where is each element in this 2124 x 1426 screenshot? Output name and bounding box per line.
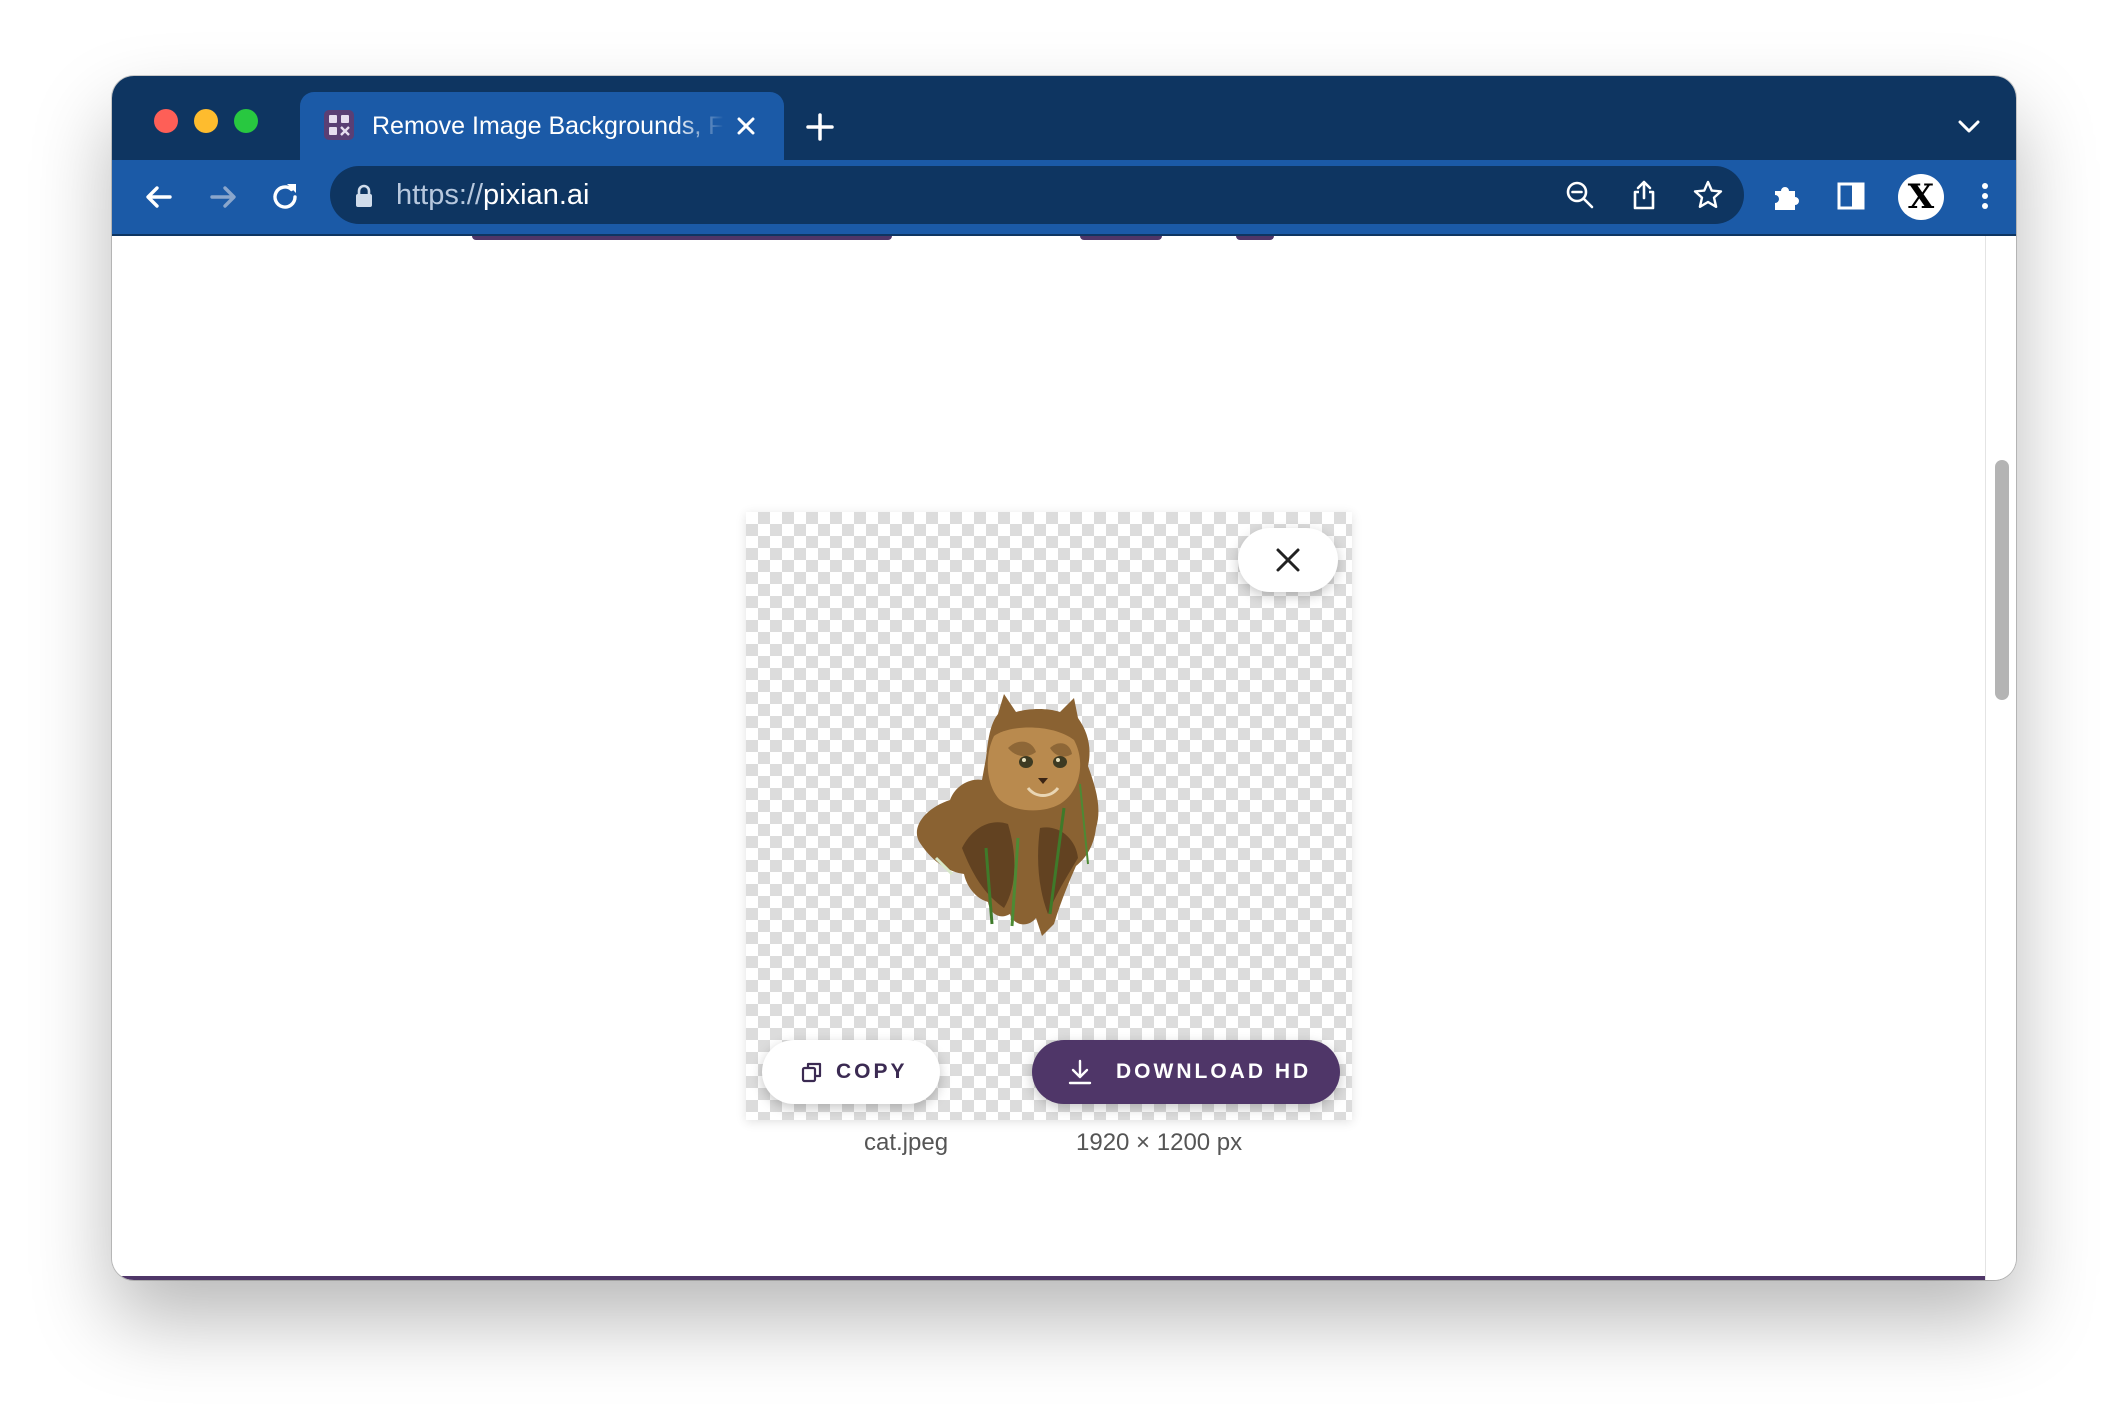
- tab-title: Remove Image Backgrounds, Free: [372, 112, 724, 140]
- result-image-card: COPY DOWNLOAD HD: [746, 512, 1352, 1120]
- image-dimensions: 1920 × 1200 px: [1076, 1129, 1243, 1156]
- page-content: COPY DOWNLOAD HD cat.jpeg 1920 × 1200 px: [112, 236, 2016, 1280]
- scrolled-header-edge: [1080, 236, 1162, 240]
- url-host: pixian.ai: [483, 179, 590, 211]
- profile-avatar[interactable]: X: [1898, 174, 1944, 220]
- zoom-out-icon[interactable]: [1564, 179, 1596, 211]
- cat-cutout-image: [916, 694, 1099, 936]
- url-text: https://pixian.ai: [396, 178, 589, 212]
- extensions-puzzle-icon[interactable]: [1770, 179, 1804, 213]
- scrolled-header-edge: [1236, 236, 1274, 240]
- new-tab-icon[interactable]: [804, 111, 836, 143]
- close-icon: [1276, 548, 1300, 572]
- scrolled-header-edge: [472, 236, 892, 240]
- back-arrow-icon[interactable]: [142, 180, 176, 214]
- reload-icon[interactable]: [268, 180, 302, 214]
- pixian-grid-icon: [324, 110, 354, 140]
- footer-band: [112, 1276, 1986, 1280]
- forward-arrow-icon[interactable]: [206, 180, 240, 214]
- side-panel-icon[interactable]: [1834, 179, 1868, 213]
- share-icon[interactable]: [1628, 179, 1660, 211]
- close-result-button[interactable]: [1238, 528, 1338, 592]
- lock-icon[interactable]: [354, 184, 374, 208]
- download-hd-button[interactable]: DOWNLOAD HD: [1032, 1040, 1340, 1104]
- browser-toolbar: https://pixian.ai X: [112, 160, 2016, 236]
- copy-button-label: COPY: [836, 1060, 908, 1083]
- chevron-down-icon[interactable]: [1956, 116, 1982, 136]
- star-icon[interactable]: [1692, 179, 1724, 211]
- minimize-window-button[interactable]: [194, 109, 218, 133]
- url-scheme: https://: [396, 179, 484, 211]
- browser-window: Remove Image Backgrounds, Free https://p…: [112, 76, 2016, 1280]
- close-window-button[interactable]: [154, 109, 178, 133]
- copy-icon: [801, 1062, 822, 1083]
- download-icon: [1068, 1059, 1092, 1085]
- vertical-scrollbar[interactable]: [1985, 236, 2016, 1280]
- file-name: cat.jpeg: [864, 1129, 949, 1156]
- address-bar[interactable]: https://pixian.ai: [330, 166, 1744, 224]
- download-hd-label: DOWNLOAD HD: [1116, 1060, 1312, 1083]
- scrollbar-thumb[interactable]: [1995, 460, 2009, 700]
- kebab-menu-icon[interactable]: [1968, 179, 2002, 213]
- active-tab[interactable]: Remove Image Backgrounds, Free: [300, 92, 784, 160]
- tab-strip: Remove Image Backgrounds, Free: [112, 76, 2016, 160]
- zoom-window-button[interactable]: [234, 109, 258, 133]
- copy-button[interactable]: COPY: [762, 1040, 940, 1104]
- close-tab-icon[interactable]: [732, 112, 760, 140]
